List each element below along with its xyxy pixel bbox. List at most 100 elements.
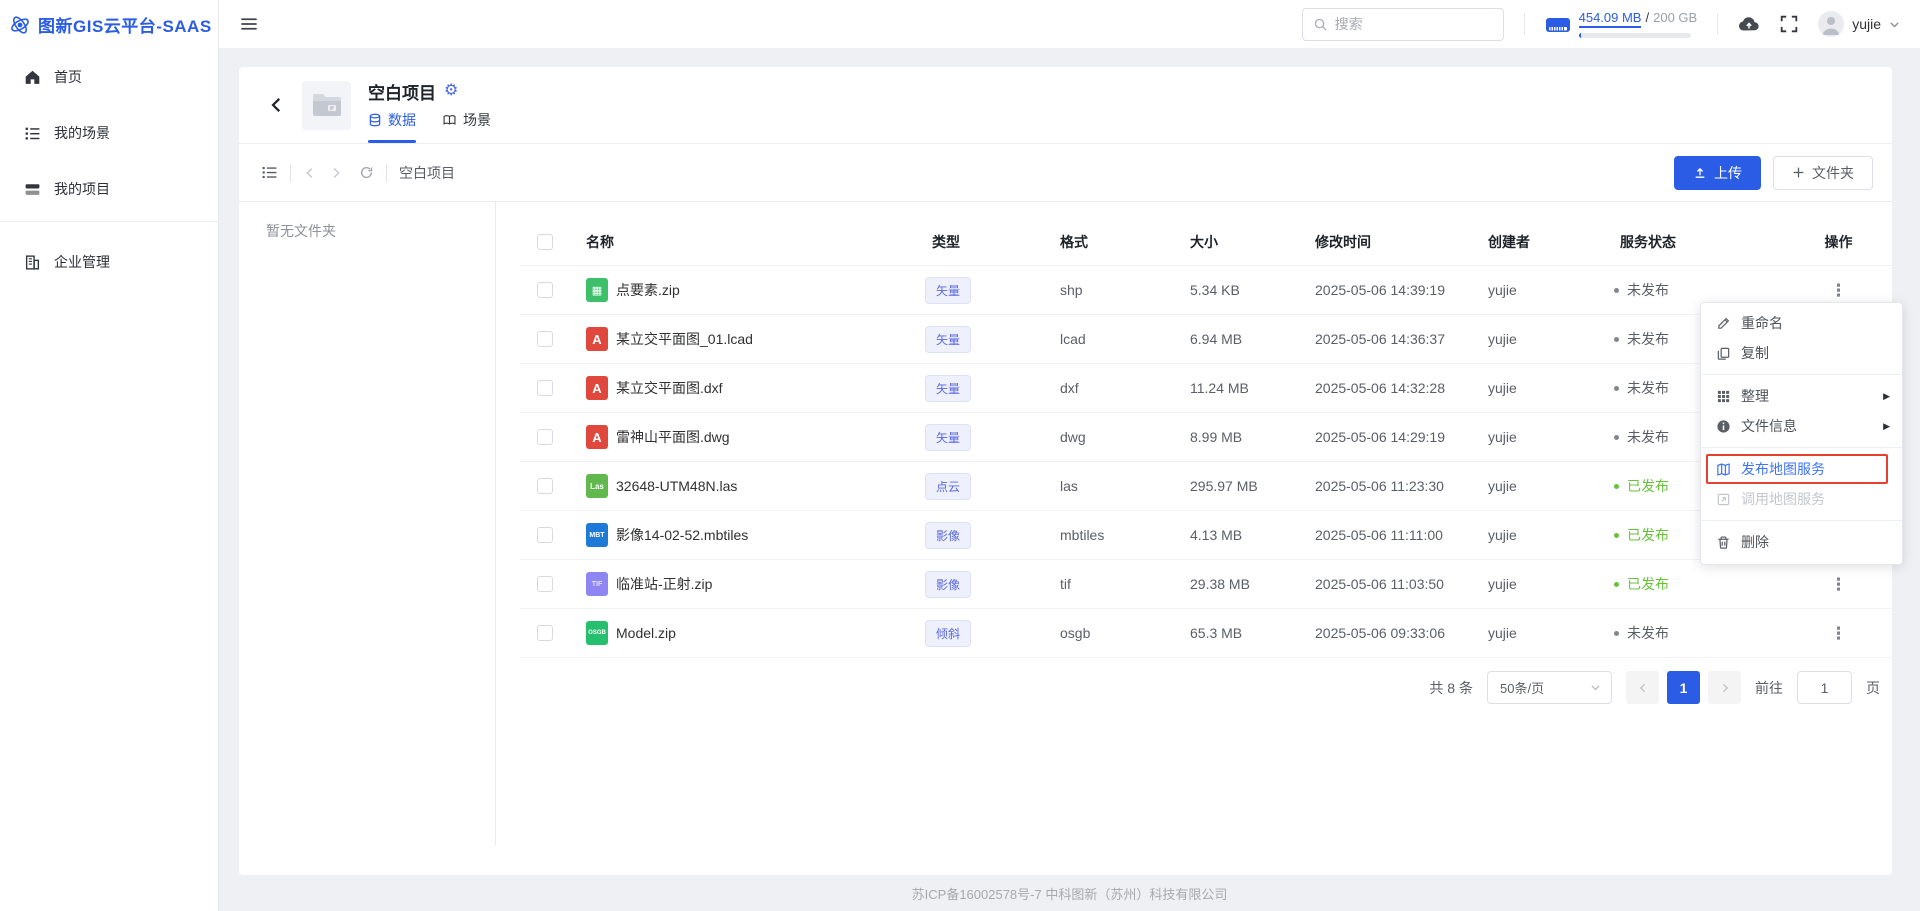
size-cell: 295.97 MB [1170, 478, 1295, 494]
project-stack-icon [24, 181, 41, 198]
breadcrumb[interactable]: 空白项目 [399, 163, 455, 183]
search-box[interactable] [1302, 8, 1504, 41]
menu-divider [1701, 520, 1902, 521]
menu-item-organize[interactable]: 整理 ▶ [1701, 381, 1902, 411]
new-folder-button[interactable]: 文件夹 [1773, 156, 1873, 190]
chevron-down-icon [1889, 19, 1900, 30]
file-name[interactable]: 某立交平面图.dxf [616, 378, 723, 398]
modified-time-cell: 2025-05-06 14:36:37 [1295, 331, 1470, 347]
topbar-right: 454.09 MB / 200 GB yujie [1302, 8, 1900, 41]
sidebar-collapse-button[interactable] [240, 15, 258, 33]
content-card: 空白项目 ⚙ 数据 场景 [239, 67, 1892, 875]
file-name[interactable]: 点要素.zip [616, 280, 680, 300]
refresh-icon[interactable] [359, 165, 374, 180]
table-header-row: 名称 类型 格式 大小 修改时间 创建者 服务状态 操作 [520, 218, 1892, 266]
row-actions-button[interactable]: ⋮ [1824, 280, 1853, 301]
category-tag: 影像 [925, 571, 971, 598]
prev-page-button[interactable] [1626, 671, 1659, 704]
format-cell: mbtiles [1040, 527, 1170, 543]
file-name[interactable]: 某立交平面图_01.lcad [616, 329, 753, 349]
modified-time-cell: 2025-05-06 11:03:50 [1295, 576, 1470, 592]
back-button[interactable] [268, 96, 286, 114]
menu-item-label: 调用地图服务 [1741, 489, 1825, 509]
sidebar-item-projects[interactable]: 我的项目 [0, 165, 218, 213]
forward-arrow-icon[interactable] [329, 166, 343, 180]
project-title: 空白项目 [368, 79, 436, 104]
menu-item-copy[interactable]: 复制 [1701, 338, 1902, 368]
database-icon [368, 113, 382, 127]
plus-icon [1792, 166, 1805, 179]
storage-usage: 454.09 MB / 200 GB [1545, 10, 1698, 38]
row-checkbox[interactable] [537, 527, 553, 543]
file-name[interactable]: 雷神山平面图.dwg [616, 427, 730, 447]
list-view-icon[interactable] [261, 164, 278, 181]
row-checkbox[interactable] [537, 576, 553, 592]
user-menu[interactable]: yujie [1818, 11, 1900, 37]
file-type-icon: A [586, 425, 608, 449]
upload-button[interactable]: 上传 [1674, 156, 1761, 190]
back-arrow-icon[interactable] [303, 166, 317, 180]
column-header-actions: 操作 [1785, 232, 1892, 252]
format-cell: tif [1040, 576, 1170, 592]
logo: 图新GIS云平台-SAAS [0, 0, 218, 49]
row-checkbox[interactable] [537, 625, 553, 641]
file-name[interactable]: 临准站-正射.zip [616, 574, 712, 594]
menu-item-delete[interactable]: 删除 [1701, 527, 1902, 557]
row-actions-button[interactable]: ⋮ [1824, 623, 1853, 644]
tab-data[interactable]: 数据 [368, 110, 416, 132]
modified-time-cell: 2025-05-06 14:29:19 [1295, 429, 1470, 445]
select-all-checkbox[interactable] [537, 234, 553, 250]
sidebar-item-enterprise[interactable]: 企业管理 [0, 238, 218, 286]
category-tag: 矢量 [925, 277, 971, 304]
status-badge: 已发布 [1614, 525, 1669, 545]
sidebar-divider [0, 221, 218, 222]
chevron-down-icon [1590, 682, 1601, 693]
user-name: yujie [1852, 16, 1881, 32]
column-header-format: 格式 [1040, 232, 1170, 252]
page-size-select[interactable]: 50条/页 [1487, 671, 1612, 704]
sidebar-item-home[interactable]: 首页 [0, 53, 218, 101]
menu-divider [1701, 374, 1902, 375]
gear-icon[interactable]: ⚙ [444, 83, 458, 99]
size-cell: 11.24 MB [1170, 380, 1295, 396]
next-page-button[interactable] [1708, 671, 1741, 704]
upload-icon [1693, 166, 1707, 180]
category-tag: 影像 [925, 522, 971, 549]
table-row: Las 32648-UTM48N.las 点云 las 295.97 MB 20… [520, 462, 1892, 511]
search-input[interactable] [1335, 16, 1493, 32]
row-checkbox[interactable] [537, 380, 553, 396]
icp-text: 苏ICP备16002578号-7 中科图新（苏州）科技有限公司 [912, 887, 1228, 902]
row-checkbox[interactable] [537, 429, 553, 445]
file-name[interactable]: 32648-UTM48N.las [616, 478, 737, 494]
status-badge: 未发布 [1614, 623, 1669, 643]
row-checkbox[interactable] [537, 478, 553, 494]
logo-icon [8, 13, 32, 37]
current-page-button[interactable]: 1 [1667, 671, 1700, 704]
menu-item-invoke-map-service: 调用地图服务 [1701, 484, 1902, 514]
format-cell: shp [1040, 282, 1170, 298]
row-actions-button[interactable]: ⋮ [1824, 574, 1853, 595]
size-cell: 5.34 KB [1170, 282, 1295, 298]
app-title: 图新GIS云平台-SAAS [38, 12, 212, 37]
total-count: 共 8 条 [1429, 678, 1473, 698]
column-header-type: 类型 [920, 232, 1040, 252]
fullscreen-icon[interactable] [1780, 15, 1798, 33]
menu-item-rename[interactable]: 重命名 [1701, 308, 1902, 338]
cloud-upload-icon[interactable] [1738, 15, 1760, 33]
storage-used[interactable]: 454.09 MB [1579, 10, 1642, 28]
storage-disk-icon [1545, 14, 1571, 38]
file-name[interactable]: Model.zip [616, 625, 676, 641]
storage-separator: / [1645, 10, 1649, 25]
file-name[interactable]: 影像14-02-52.mbtiles [616, 525, 748, 545]
tab-scene[interactable]: 场景 [442, 110, 491, 132]
storage-progress-bar [1579, 33, 1691, 38]
row-checkbox[interactable] [537, 282, 553, 298]
project-thumbnail [302, 81, 351, 130]
menu-item-file-info[interactable]: 文件信息 ▶ [1701, 411, 1902, 441]
tab-label: 数据 [388, 110, 416, 130]
menu-item-publish-map-service[interactable]: 发布地图服务 [1701, 454, 1902, 484]
size-cell: 8.99 MB [1170, 429, 1295, 445]
goto-page-input[interactable] [1797, 671, 1852, 704]
sidebar-item-scenes[interactable]: 我的场景 [0, 109, 218, 157]
row-checkbox[interactable] [537, 331, 553, 347]
